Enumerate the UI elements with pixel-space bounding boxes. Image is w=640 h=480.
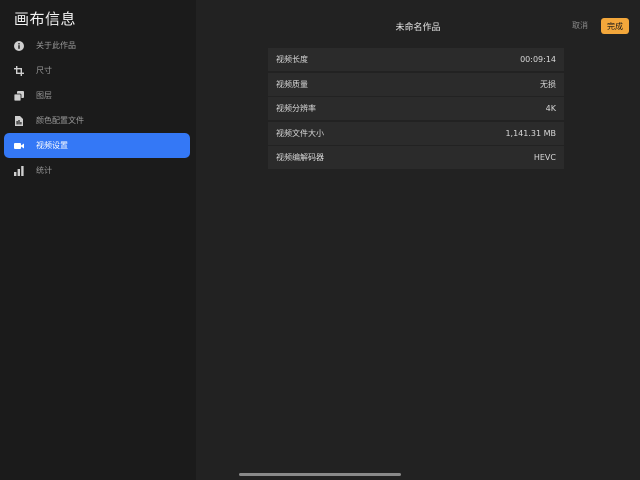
video-codec-row: 视频编解码器 HEVC (268, 146, 564, 169)
row-label: 视频文件大小 (276, 128, 324, 138)
main-panel: 未命名作品 取消 完成 视频长度 00:09:14 视频质量 无损 视频分辨率 … (196, 0, 640, 480)
sidebar-item-label: 视频设置 (36, 141, 68, 150)
row-value: 00:09:14 (520, 55, 556, 64)
sidebar-item-color-profile[interactable]: 颜色配置文件 (4, 108, 190, 133)
sidebar-item-label: 颜色配置文件 (36, 116, 84, 125)
video-quality-row: 视频质量 无损 (268, 72, 564, 96)
sidebar-title: 画布信息 (14, 10, 77, 28)
layers-icon (12, 89, 26, 103)
video-file-size-row: 视频文件大小 1,141.31 MB (268, 121, 564, 145)
done-button[interactable]: 完成 (601, 18, 629, 34)
sidebar-nav: 关于此作品 尺寸 图层 颜色配置文件 视频设置 统计 (4, 33, 190, 183)
row-label: 视频分辨率 (276, 104, 316, 113)
info-icon (12, 39, 26, 53)
home-indicator[interactable] (239, 473, 401, 476)
row-label: 视频长度 (276, 55, 308, 64)
row-label: 视频编解码器 (276, 153, 324, 162)
row-value: 无损 (540, 79, 556, 89)
video-camera-icon (12, 139, 26, 153)
sidebar-item-layers[interactable]: 图层 (4, 83, 190, 108)
row-label: 视频质量 (276, 79, 308, 89)
video-info-table: 视频长度 00:09:14 视频质量 无损 视频分辨率 4K 视频文件大小 1,… (268, 48, 564, 171)
sidebar-item-size[interactable]: 尺寸 (4, 58, 190, 83)
sidebar: 画布信息 关于此作品 尺寸 图层 颜色配置文件 视频设置 统计 (0, 0, 196, 480)
cancel-button[interactable]: 取消 (572, 20, 588, 31)
sidebar-item-label: 尺寸 (36, 66, 52, 75)
video-resolution-row: 视频分辨率 4K (268, 97, 564, 120)
row-value: HEVC (533, 153, 556, 162)
sidebar-item-video-settings[interactable]: 视频设置 (4, 133, 190, 158)
sidebar-item-label: 关于此作品 (36, 41, 76, 50)
sidebar-item-statistics[interactable]: 统计 (4, 158, 190, 183)
row-value: 1,141.31 MB (505, 128, 556, 138)
bar-chart-icon (12, 164, 26, 178)
sidebar-item-label: 图层 (36, 91, 52, 100)
sidebar-item-label: 统计 (36, 166, 52, 175)
video-length-row: 视频长度 00:09:14 (268, 48, 564, 71)
crop-icon (12, 64, 26, 78)
color-profile-icon (12, 114, 26, 128)
sidebar-item-about[interactable]: 关于此作品 (4, 33, 190, 58)
row-value: 4K (545, 104, 556, 113)
